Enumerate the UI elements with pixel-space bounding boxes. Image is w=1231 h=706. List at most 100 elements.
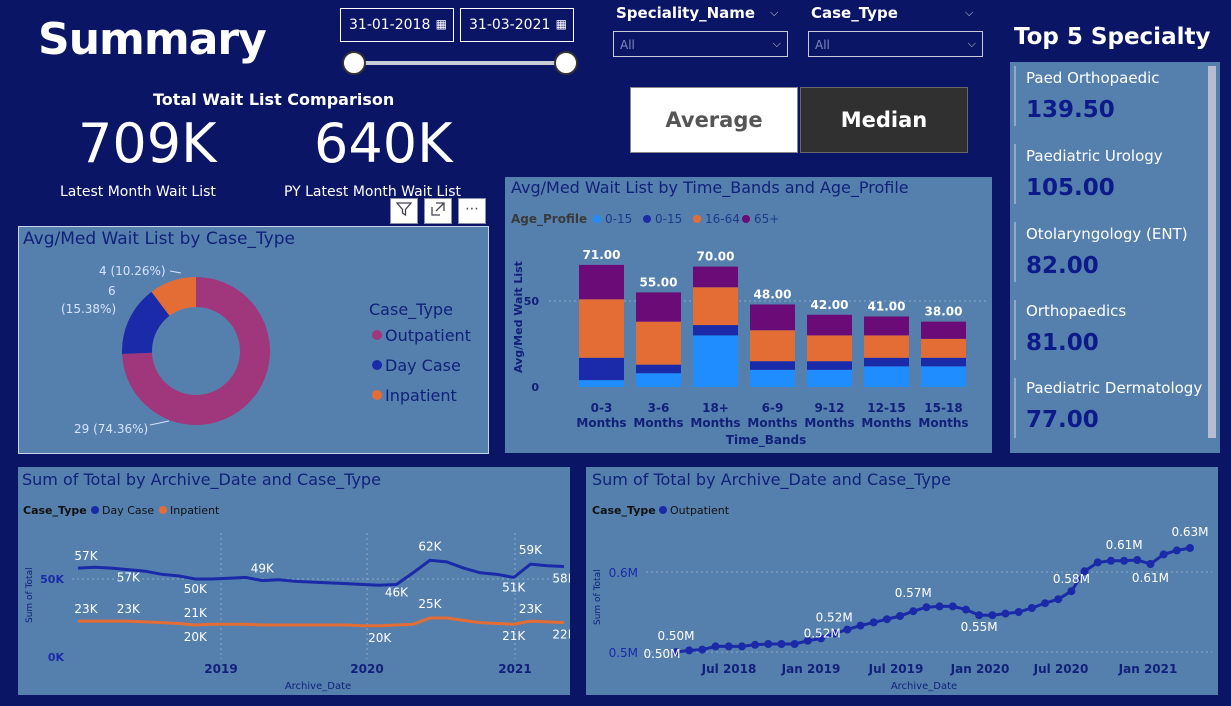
data-point[interactable] (882, 615, 891, 624)
bar-segment[interactable] (750, 369, 795, 387)
data-point[interactable] (1159, 550, 1168, 559)
line-series-inpatient[interactable] (78, 616, 565, 628)
legend-item[interactable]: Day Case (385, 356, 461, 375)
data-point[interactable] (1001, 609, 1010, 618)
legend-item[interactable]: 65+ (754, 212, 779, 226)
data-point[interactable] (737, 642, 746, 651)
bar-segment[interactable] (807, 314, 852, 336)
data-point[interactable] (1106, 556, 1115, 565)
data-point[interactable] (975, 611, 984, 620)
bar-segment[interactable] (807, 369, 852, 387)
data-label: 49K (251, 562, 275, 576)
data-point[interactable] (1027, 604, 1036, 612)
legend-item[interactable]: 16-64 (705, 212, 740, 226)
data-point[interactable] (777, 640, 786, 648)
x-tick: 15-18 (924, 401, 962, 415)
data-point[interactable] (1067, 587, 1076, 596)
bar-segment[interactable] (636, 292, 681, 322)
legend-item[interactable]: Inpatient (170, 504, 220, 517)
legend-item[interactable]: 0-15 (605, 212, 632, 226)
bar-segment[interactable] (579, 264, 624, 300)
bar-segment[interactable] (636, 373, 681, 387)
legend-item[interactable]: Outpatient (670, 504, 730, 517)
bar-segment[interactable] (807, 335, 852, 362)
end-date-input[interactable]: 31-03-2021 ▦ (460, 8, 574, 42)
specialty-name: Paed Orthopaedic (1026, 69, 1160, 87)
data-point[interactable] (988, 611, 997, 620)
data-point[interactable] (909, 607, 918, 616)
data-point[interactable] (1172, 546, 1181, 555)
legend-item[interactable]: Inpatient (385, 386, 457, 405)
bar-segment[interactable] (921, 366, 966, 387)
data-point[interactable] (935, 602, 944, 611)
data-point[interactable] (724, 642, 733, 651)
bar-chart-panel[interactable]: Avg/Med Wait List by Time_Bands and Age_… (505, 177, 992, 453)
filter-icon[interactable] (390, 198, 418, 224)
data-point[interactable] (1186, 544, 1194, 552)
bar-segment[interactable] (693, 287, 738, 326)
bar-segment[interactable] (807, 361, 852, 370)
bar-segment[interactable] (579, 380, 624, 387)
data-point[interactable] (1133, 556, 1142, 564)
bar-segment[interactable] (579, 357, 624, 381)
average-button[interactable]: Average (630, 87, 798, 153)
bar-segment[interactable] (921, 338, 966, 358)
bar-segment[interactable] (921, 321, 966, 339)
data-point[interactable] (1120, 556, 1129, 565)
bar-segment[interactable] (693, 335, 738, 387)
calendar-icon[interactable]: ▦ (556, 17, 567, 31)
bar-segment[interactable] (864, 357, 909, 367)
line-series-day-case[interactable] (77, 558, 565, 587)
specialty-name: Paediatric Dermatology (1026, 379, 1203, 397)
data-point[interactable] (698, 645, 707, 654)
bar-segment[interactable] (636, 364, 681, 374)
data-point[interactable] (1146, 560, 1155, 568)
data-point[interactable] (685, 646, 694, 655)
data-point[interactable] (843, 625, 852, 634)
bar-segment[interactable] (693, 266, 738, 288)
donut-chart-panel[interactable]: Avg/Med Wait List by Case_Type 4 (10.26%… (18, 226, 489, 454)
data-point[interactable] (751, 640, 760, 649)
data-point[interactable] (896, 612, 905, 620)
bar-segment[interactable] (693, 325, 738, 336)
data-point[interactable] (922, 603, 931, 612)
legend-item[interactable]: 0-15 (655, 212, 682, 226)
data-point[interactable] (948, 602, 957, 611)
bar-segment[interactable] (864, 335, 909, 358)
bar-segment[interactable] (864, 366, 909, 387)
data-point[interactable] (711, 642, 720, 651)
data-point[interactable] (764, 640, 773, 648)
focus-mode-icon[interactable] (424, 198, 452, 224)
calendar-icon[interactable]: ▦ (436, 17, 447, 31)
bar-segment[interactable] (636, 321, 681, 365)
chevron-down-icon[interactable]: ⌵ (770, 6, 778, 20)
median-button[interactable]: Median (800, 87, 968, 153)
scrollbar[interactable] (1208, 66, 1216, 438)
data-point[interactable] (1041, 599, 1050, 608)
line-chart-panel-daycase[interactable]: Sum of Total by Archive_Date and Case_Ty… (18, 467, 570, 695)
data-point[interactable] (790, 640, 799, 648)
slider-start-handle[interactable] (342, 51, 366, 75)
data-point[interactable] (961, 605, 970, 614)
data-point[interactable] (1014, 608, 1023, 616)
line-chart-panel-outpatient[interactable]: Sum of Total by Archive_Date and Case_Ty… (586, 467, 1218, 695)
data-point[interactable] (856, 621, 865, 630)
bar-segment[interactable] (750, 330, 795, 362)
start-date-input[interactable]: 31-01-2018 ▦ (340, 8, 454, 42)
bar-segment[interactable] (864, 316, 909, 336)
chevron-down-icon[interactable]: ⌵ (965, 6, 973, 20)
slider-end-handle[interactable] (554, 51, 578, 75)
legend-item[interactable]: Outpatient (385, 326, 471, 345)
bar-segment[interactable] (921, 357, 966, 367)
bar-segment[interactable] (579, 299, 624, 358)
bar-segment[interactable] (750, 304, 795, 331)
data-point[interactable] (869, 618, 878, 627)
bar-segment[interactable] (750, 361, 795, 370)
case-type-dropdown[interactable]: All ⌵ (808, 31, 983, 57)
more-options-icon[interactable]: ⋯ (458, 198, 486, 224)
data-point[interactable] (1054, 595, 1063, 604)
date-range-slider[interactable] (354, 61, 566, 65)
legend-item[interactable]: Day Case (102, 504, 154, 517)
data-point[interactable] (1093, 558, 1102, 567)
speciality-dropdown[interactable]: All ⌵ (613, 31, 788, 57)
